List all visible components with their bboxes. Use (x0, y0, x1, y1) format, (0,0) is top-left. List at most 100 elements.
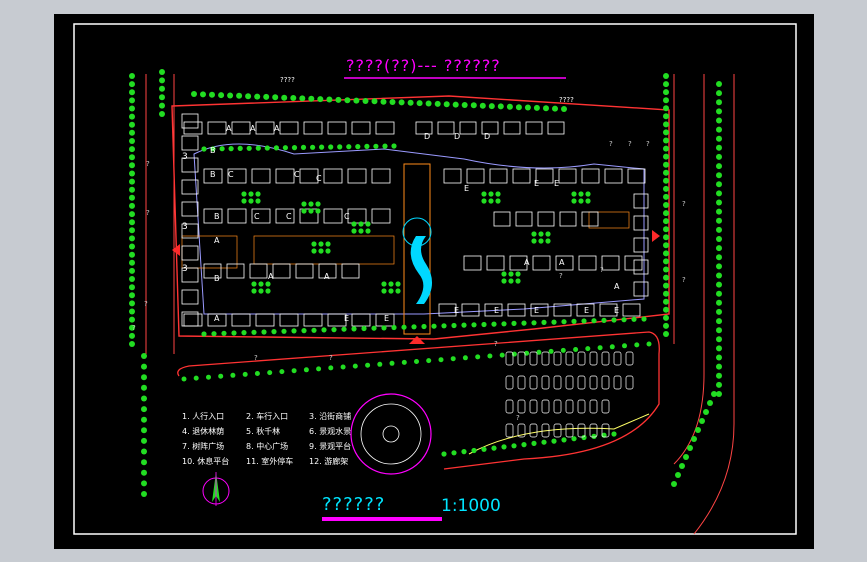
building (351, 121, 371, 135)
tree (311, 248, 317, 254)
legend-item-11: 11. 室外停车 (246, 456, 293, 467)
tree (716, 108, 722, 115)
tree (434, 100, 441, 107)
tree (311, 327, 317, 333)
question-mark-label: ? (144, 300, 148, 308)
tree (291, 368, 297, 374)
building (347, 208, 367, 224)
tree (552, 105, 558, 112)
cad-viewport[interactable]: ????(??)--- ?????? ???? ???? 1. 人行入口 2. 车… (54, 14, 814, 549)
tree (511, 443, 517, 449)
tree (716, 226, 722, 233)
tree (511, 320, 517, 326)
tree (141, 416, 147, 423)
tree (515, 278, 521, 284)
question-mark-label: ? (146, 209, 150, 217)
tree (159, 69, 165, 75)
tree (346, 144, 352, 150)
building (371, 208, 391, 224)
tree (129, 194, 135, 201)
tree (416, 100, 423, 107)
building-type-label: A (268, 272, 274, 281)
scale-title: ?????? (322, 494, 386, 515)
tree (141, 448, 147, 455)
legend-text: 室外停车 (261, 457, 294, 466)
car (529, 351, 538, 366)
legend-item-1: 1. 人行入口 (182, 411, 224, 422)
tree (255, 145, 261, 151)
tree (254, 93, 261, 100)
tree (141, 363, 147, 370)
tree (421, 323, 427, 330)
legend-num: 6. (309, 427, 320, 436)
tree (301, 328, 307, 334)
tree (716, 372, 722, 379)
tree (401, 324, 407, 330)
building (227, 208, 247, 224)
tree (191, 91, 197, 97)
car (553, 423, 562, 438)
tree (129, 202, 135, 209)
tree (129, 81, 135, 88)
tree (380, 98, 387, 105)
tree (279, 369, 285, 375)
car (613, 375, 622, 390)
building-type-label: E (614, 306, 620, 315)
tree (663, 258, 669, 265)
question-mark-label: ? (600, 266, 604, 274)
tree (315, 208, 321, 214)
tree (311, 241, 317, 247)
building-type-label: A (559, 258, 565, 267)
bottom-entrance-arrow (409, 336, 425, 344)
tree (461, 102, 468, 108)
tree (335, 96, 342, 103)
legend-item-12: 12. 游廊架 (309, 456, 348, 467)
car (529, 423, 538, 438)
tree (716, 336, 722, 343)
legend-num: 9. (309, 442, 320, 451)
tree (634, 342, 640, 348)
building (525, 121, 543, 135)
tree (221, 330, 227, 336)
building (443, 168, 462, 184)
tree (381, 281, 387, 287)
tree (129, 292, 135, 299)
building (581, 168, 600, 184)
car (601, 351, 610, 366)
tree (351, 326, 357, 332)
top-label-2: ???? (559, 96, 574, 104)
tree (381, 325, 387, 331)
tree (271, 329, 277, 335)
tree (141, 459, 147, 466)
tree (281, 94, 288, 101)
car (553, 351, 562, 366)
tree (365, 221, 371, 227)
building (279, 313, 299, 327)
tree (129, 186, 135, 193)
building (461, 303, 480, 317)
tree (290, 95, 297, 101)
tree (663, 218, 669, 225)
building (341, 263, 360, 279)
tree (663, 298, 669, 305)
tree (663, 89, 669, 96)
tree (663, 105, 669, 112)
question-mark-label: ? (329, 354, 333, 362)
legend-item-3: 3. 沿街商铺 (309, 411, 351, 422)
tree (129, 138, 135, 144)
tree (471, 322, 477, 328)
tree (395, 281, 401, 287)
tree (663, 210, 669, 217)
tree (325, 248, 331, 254)
car (613, 351, 622, 366)
tree (308, 201, 314, 207)
tree (716, 163, 722, 170)
legend-item-10: 10. 休息平台 (182, 456, 229, 467)
tree (495, 191, 501, 197)
tree (716, 99, 722, 106)
tree (340, 364, 346, 370)
tree (219, 146, 225, 152)
tree (365, 362, 371, 368)
tree (438, 357, 444, 363)
tree (129, 227, 135, 234)
